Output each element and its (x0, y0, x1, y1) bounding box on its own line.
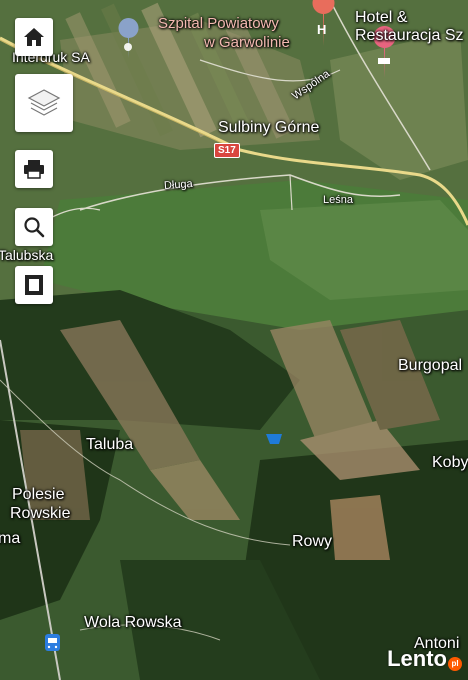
search-button[interactable] (15, 208, 53, 246)
layers-icon (27, 88, 61, 118)
place-label-taluba[interactable]: Taluba (86, 437, 133, 453)
place-label-ma[interactable]: ma (0, 531, 20, 547)
street-label-lesna: Leśna (323, 194, 353, 206)
place-label-polesie-line1[interactable]: Polesie (12, 487, 64, 503)
lento-watermark: Lento pl (387, 646, 462, 672)
transit-icon[interactable] (45, 634, 60, 651)
place-label-polesie-line2[interactable]: Rowskie (10, 506, 70, 522)
street-label-dluga: Długa (163, 178, 194, 192)
place-label-rowy[interactable]: Rowy (292, 534, 332, 550)
poi-label-hospital-line2[interactable]: w Garwolinie (204, 35, 290, 50)
watermark-badge: pl (448, 657, 462, 671)
place-label-koby[interactable]: Koby (432, 455, 468, 471)
poi-label-hotel-line2[interactable]: Restauracja Sz (355, 28, 464, 44)
frame-icon (24, 274, 44, 296)
print-button[interactable] (15, 150, 53, 188)
home-button[interactable] (15, 18, 53, 56)
frame-button[interactable] (15, 266, 53, 304)
printer-icon (23, 159, 45, 179)
svg-text:H: H (317, 22, 326, 37)
layers-button[interactable] (15, 74, 73, 132)
search-icon (23, 216, 45, 238)
street-label-talubska: Talubska (0, 247, 54, 263)
poi-label-hotel-line1[interactable]: Hotel & (355, 10, 407, 26)
poi-label-hospital-line1[interactable]: Szpital Powiatowy (158, 16, 279, 31)
place-label-wola-rowska[interactable]: Wola Rowska (84, 615, 182, 631)
watermark-text: Lento (387, 646, 447, 671)
place-label-burgopal[interactable]: Burgopal (398, 358, 462, 374)
road-shield-s17: S17 (214, 143, 240, 158)
place-label-sulbiny[interactable]: Sulbiny Górne (218, 120, 319, 136)
home-icon (23, 27, 45, 47)
